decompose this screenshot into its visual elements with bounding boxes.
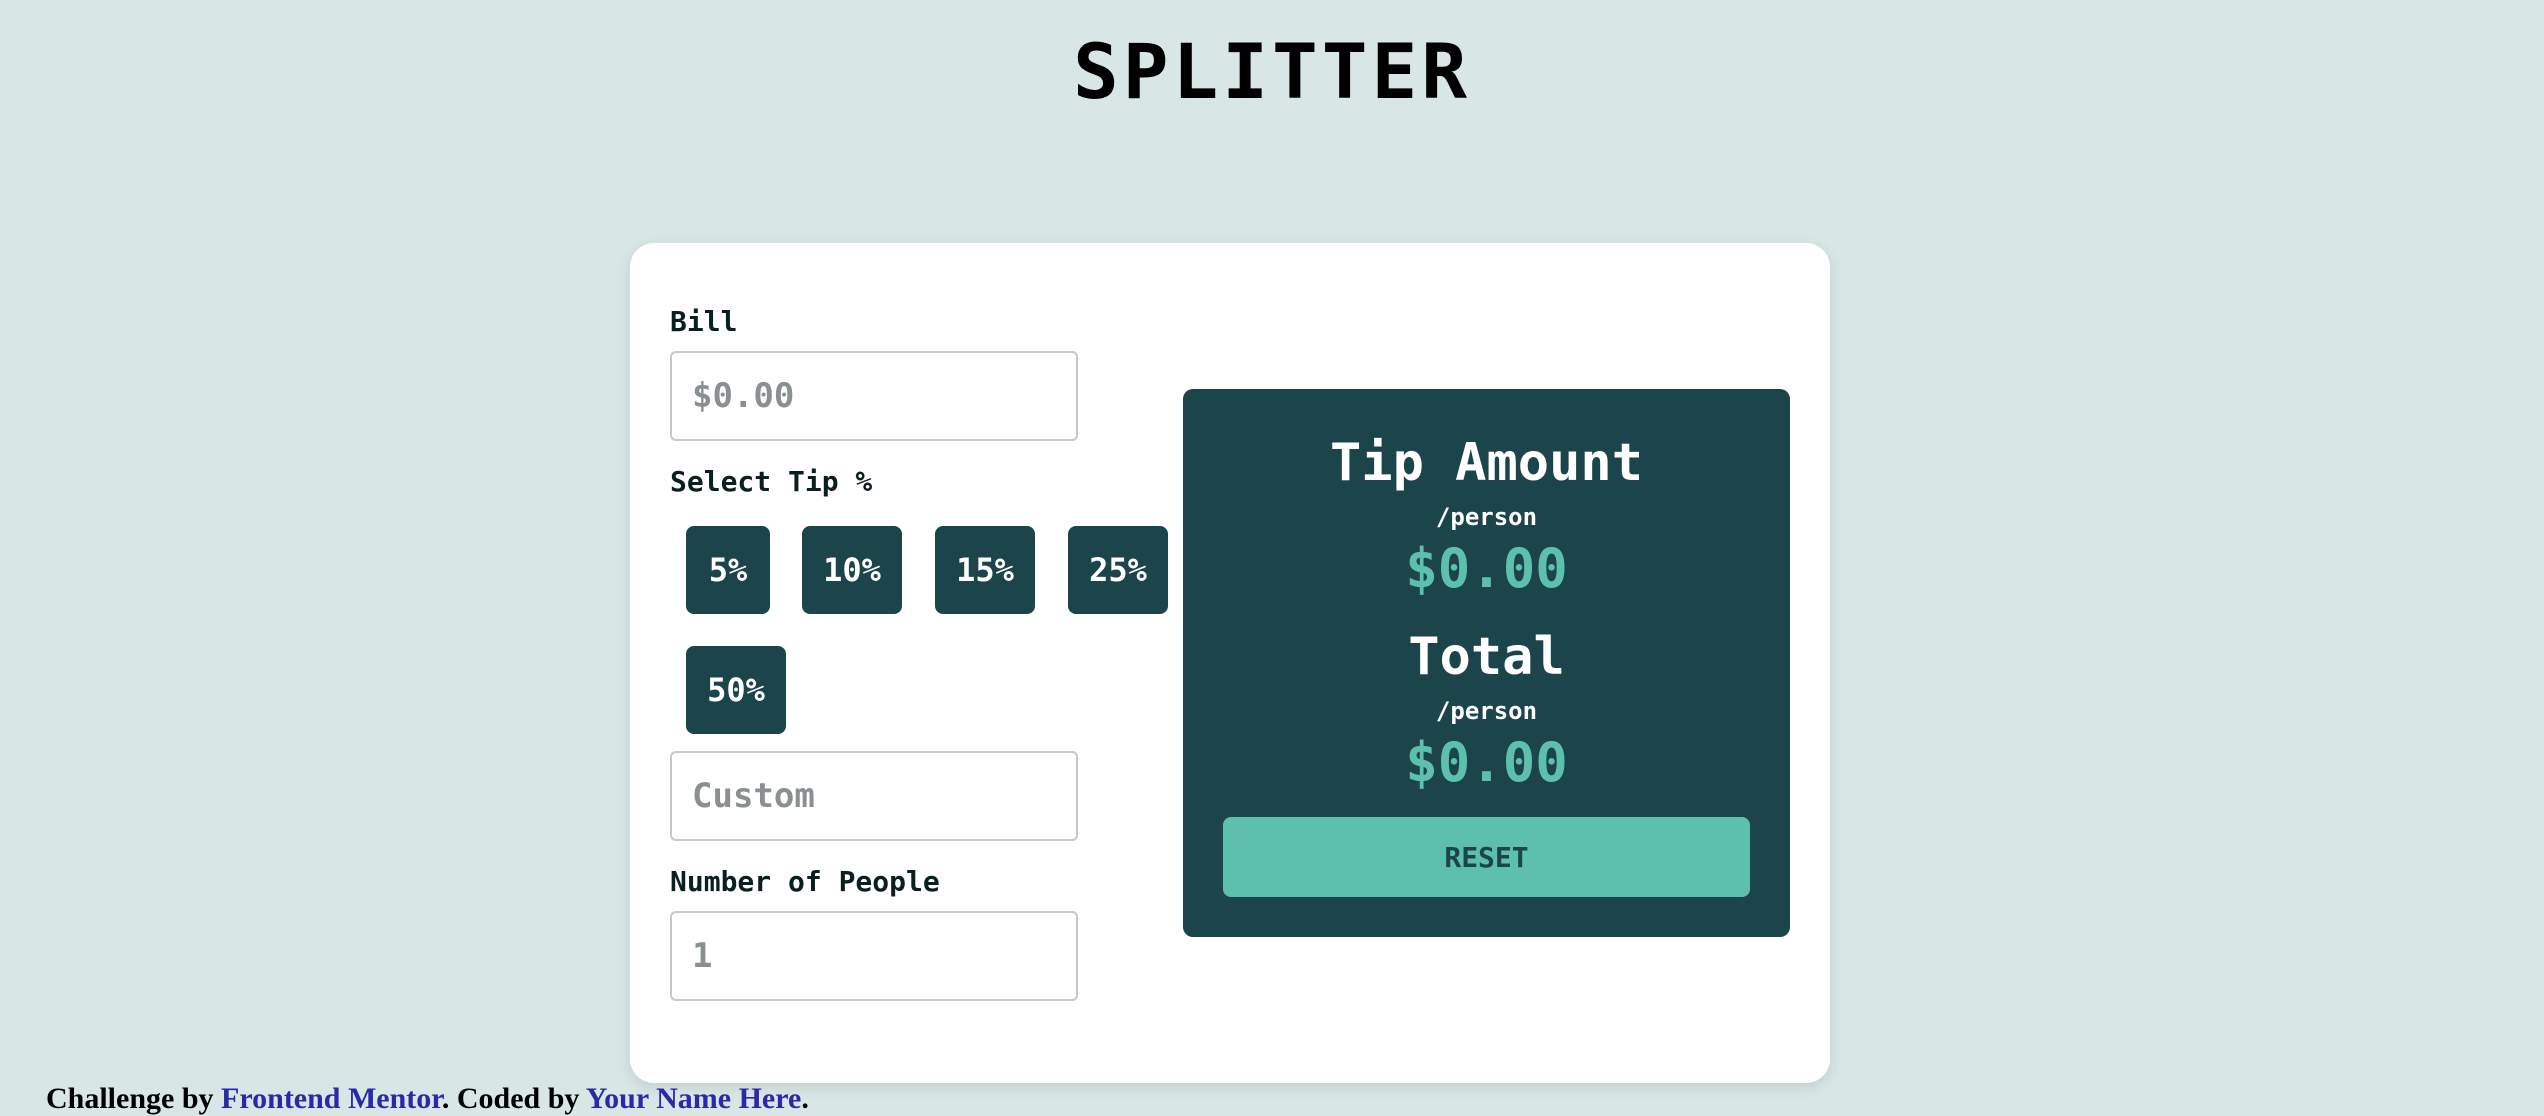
bill-label: Bill — [670, 305, 738, 338]
reset-button[interactable]: RESET — [1223, 817, 1750, 897]
attribution-text: Challenge by — [46, 1082, 214, 1115]
result-panel: Tip Amount /person $0.00 Total /person $… — [1183, 389, 1790, 937]
bill-input[interactable] — [670, 351, 1078, 441]
app-title: SPLITTER — [1072, 27, 1472, 116]
people-input[interactable] — [670, 911, 1078, 1001]
custom-tip-input[interactable] — [670, 751, 1078, 841]
tip-button-5[interactable]: 5% — [686, 526, 770, 614]
tip-amount-per-person: /person — [1435, 503, 1538, 531]
tip-amount-value: $0.00 — [1405, 537, 1568, 600]
tip-button-15[interactable]: 15% — [935, 526, 1035, 614]
author-link[interactable]: Your Name Here — [586, 1082, 802, 1115]
select-tip-label: Select Tip % — [670, 465, 873, 498]
total-title: Total — [1408, 627, 1565, 687]
attribution: Challenge by Frontend Mentor. Coded by Y… — [46, 1082, 809, 1115]
attribution-middle: Coded by — [456, 1082, 580, 1115]
tip-amount-title: Tip Amount — [1329, 433, 1644, 493]
total-value: $0.00 — [1405, 731, 1568, 794]
total-per-person: /person — [1435, 697, 1538, 725]
tip-button-25[interactable]: 25% — [1068, 526, 1168, 614]
tip-button-50[interactable]: 50% — [686, 646, 786, 734]
tip-button-10[interactable]: 10% — [802, 526, 902, 614]
people-label: Number of People — [670, 865, 940, 898]
frontend-mentor-link[interactable]: Frontend Mentor — [221, 1082, 442, 1115]
calculator-card: Bill Select Tip % 5% 10% 15% 25% 50% Num… — [630, 243, 1830, 1083]
